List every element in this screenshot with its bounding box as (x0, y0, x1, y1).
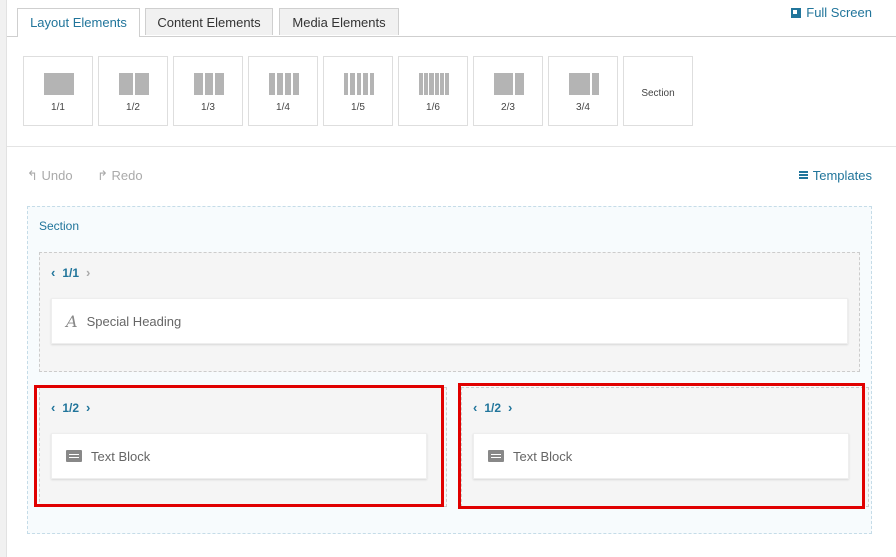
text-block-element[interactable]: Text Block (473, 433, 849, 479)
col-2-3-icon (494, 73, 524, 95)
chevron-right-icon[interactable]: › (86, 400, 90, 415)
col-1-4-icon (269, 73, 299, 95)
layout-button-3-4[interactable]: 3/4 (548, 56, 618, 126)
layout-button-1-1[interactable]: 1/1 (23, 56, 93, 126)
fullscreen-button[interactable]: Full Screen (791, 5, 872, 20)
chevron-right-icon[interactable]: › (508, 400, 512, 415)
col-1-1-icon (44, 73, 74, 95)
col-1-5-icon (344, 73, 375, 95)
layout-button-label: 1/6 (426, 102, 440, 113)
column-size: 1/2 (62, 400, 80, 415)
col-1-6-icon (419, 73, 450, 95)
layout-button-2-3[interactable]: 2/3 (473, 56, 543, 126)
tabs-divider (7, 36, 896, 37)
tab-media-elements[interactable]: Media Elements (279, 8, 399, 35)
chevron-left-icon[interactable]: ‹ (51, 400, 55, 415)
templates-label: Templates (812, 168, 872, 183)
undo-label: Undo (41, 168, 73, 183)
undo-button[interactable]: ↰ Undo (27, 168, 73, 184)
layout-button-label: 1/2 (126, 102, 140, 113)
templates-button[interactable]: Templates (798, 168, 872, 183)
special-heading-element[interactable]: A Special Heading (51, 298, 848, 344)
layout-button-1-6[interactable]: 1/6 (398, 56, 468, 126)
tab-content-elements[interactable]: Content Elements (145, 8, 273, 35)
col-3-4-icon (569, 73, 599, 95)
tab-layout-elements[interactable]: Layout Elements (17, 8, 140, 37)
column-size: 1/2 (484, 400, 502, 415)
column-size-control: ‹ 1/2 › (51, 400, 90, 415)
section-container[interactable]: Section ‹ 1/1 › A Special Heading ‹ 1/2 … (27, 206, 872, 534)
element-label: Special Heading (86, 313, 182, 329)
chevron-right-icon[interactable]: › (86, 265, 90, 280)
col-1-3-icon (194, 73, 225, 95)
builder-panel: Layout Elements Content Elements Media E… (6, 0, 896, 557)
column-full-width[interactable]: ‹ 1/1 › A Special Heading (39, 252, 860, 372)
layout-button-label: 1/5 (351, 102, 365, 113)
fullscreen-icon (791, 7, 802, 18)
toolbar-divider (7, 146, 896, 147)
chevron-left-icon[interactable]: ‹ (473, 400, 477, 415)
fullscreen-label: Full Screen (806, 5, 872, 20)
redo-icon: ↱ (97, 168, 108, 183)
text-block-icon (66, 450, 82, 462)
layout-button-1-4[interactable]: 1/4 (248, 56, 318, 126)
column-size: 1/1 (62, 265, 80, 280)
redo-label: Redo (111, 168, 143, 183)
layout-button-label: Section (641, 88, 675, 99)
layout-button-1-5[interactable]: 1/5 (323, 56, 393, 126)
layout-button-label: 3/4 (576, 102, 590, 113)
column-half-right[interactable]: ‹ 1/2 › Text Block (461, 387, 869, 507)
layout-button-1-2[interactable]: 1/2 (98, 56, 168, 126)
undo-icon: ↰ (27, 168, 38, 183)
column-half-left[interactable]: ‹ 1/2 › Text Block (39, 387, 447, 507)
layout-button-label: 2/3 (501, 102, 515, 113)
layout-button-1-3[interactable]: 1/3 (173, 56, 243, 126)
layout-button-label: 1/4 (276, 102, 290, 113)
layout-button-label: 1/1 (51, 102, 65, 113)
chevron-left-icon[interactable]: ‹ (51, 265, 55, 280)
text-block-element[interactable]: Text Block (51, 433, 427, 479)
templates-icon (798, 171, 808, 180)
layout-button-section[interactable]: Section (623, 56, 693, 126)
column-size-control: ‹ 1/1 › (51, 265, 90, 280)
redo-button[interactable]: ↱ Redo (97, 168, 143, 184)
layout-button-label: 1/3 (201, 102, 215, 113)
section-label: Section (39, 219, 80, 233)
text-block-icon (488, 450, 504, 462)
element-label: Text Block (91, 448, 151, 464)
heading-icon: A (66, 311, 78, 331)
column-size-control: ‹ 1/2 › (473, 400, 512, 415)
element-label: Text Block (513, 448, 573, 464)
col-1-2-icon (119, 73, 149, 95)
